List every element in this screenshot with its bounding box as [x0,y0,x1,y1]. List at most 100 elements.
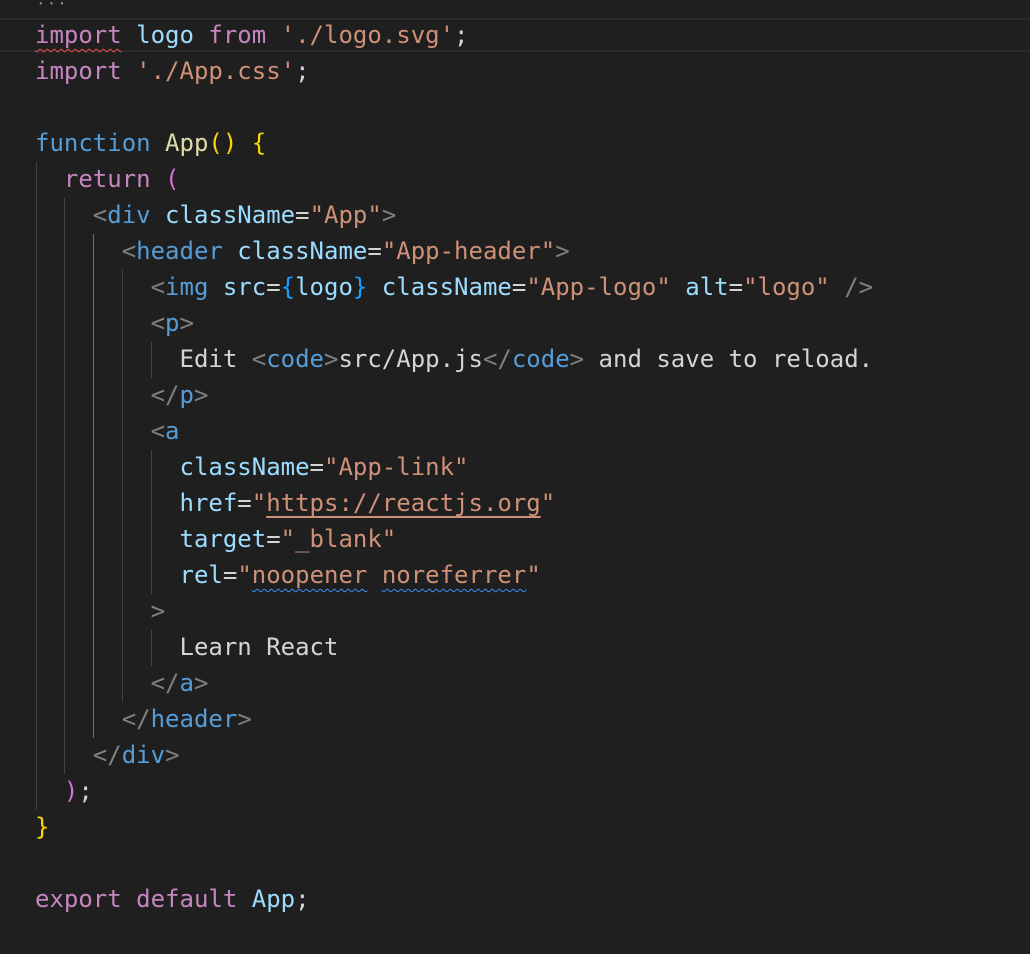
spell-check-word[interactable]: noreferrer [382,561,527,589]
token-tag-bracket: > [381,201,397,229]
token-tag-bracket: < [251,345,267,373]
token-keyword: import [35,21,122,49]
token-bracket: } [35,813,50,841]
url-link[interactable]: https://reactjs.org [266,489,541,517]
token-attribute: className [367,273,512,301]
token-punct: = [511,273,527,301]
token-attribute: src [208,273,267,301]
token-attribute: className [222,237,368,265]
token-tag-bracket: > [179,309,194,337]
token-keyword: return [63,165,151,193]
token-tag-bracket: </ [482,345,512,373]
code-line-4[interactable]: function App() { [35,125,266,161]
code-line-15[interactable]: target="_blank" [35,521,397,557]
code-line-11[interactable]: </p> [35,377,209,413]
token-tag: div [121,741,166,769]
token-punct: ; [295,57,310,85]
token-identifier: App [237,885,296,913]
token-string: "App" [309,201,382,229]
token-punct: = [309,453,324,481]
token-tag-bracket: </ [150,669,180,697]
token-attribute: target [179,525,267,553]
code-editor[interactable]: ··· import logo from './logo.svg'; impor… [0,0,1030,954]
token-tag-bracket: > [569,345,585,373]
code-line-9[interactable]: <p> [35,305,194,341]
token-tag-bracket: < [150,273,166,301]
token-tag-bracket: > [193,669,209,697]
code-line-17[interactable]: > [35,593,165,629]
token-attribute: alt [670,273,729,301]
token-attribute: className [150,201,296,229]
token-bracket: } [352,273,368,301]
code-line-12[interactable]: <a [35,413,180,449]
token-keyword: import [35,57,122,85]
code-line-22[interactable]: ); [35,773,93,809]
token-string: "App-header" [381,237,556,265]
token-tag: code [266,345,324,373]
code-line-6[interactable]: <div className="App"> [35,197,396,233]
token-text: and save to reload. [584,345,874,373]
token-punct: = [367,237,382,265]
token-tag-bracket: < [150,309,166,337]
token-punct: = [237,489,252,517]
token-string [367,561,381,589]
token-tag-bracket: </ [150,381,180,409]
code-line-14[interactable]: href="https://reactjs.org" [35,485,556,521]
token-function-name: App [150,129,209,157]
token-string: " [540,489,556,517]
token-string: " [251,489,267,517]
code-line-13[interactable]: className="App-link" [35,449,469,485]
folded-region-marker[interactable]: ··· [36,0,68,13]
code-line-18[interactable]: Learn React [35,629,339,665]
token-tag: p [179,381,194,409]
token-bracket: { [280,273,296,301]
token-tag-bracket: < [150,417,166,445]
token-tag: a [165,417,180,445]
code-line-8[interactable]: <img src={logo} className="App-logo" alt… [35,269,874,305]
token-tag-bracket: </ [92,741,122,769]
token-attribute: className [179,453,310,481]
token-bracket: { [237,129,267,157]
token-storage: function [35,129,151,157]
token-tag-bracket: < [121,237,137,265]
code-line-25[interactable]: export default App; [35,881,310,917]
token-keyword: default [121,885,238,913]
code-line-5[interactable]: return ( [35,161,180,197]
token-punct: = [266,525,281,553]
token-tag: p [165,309,180,337]
token-tag: header [136,237,223,265]
code-line-23[interactable]: } [35,809,49,845]
code-line-16[interactable]: rel="noopener noreferrer" [35,557,541,593]
code-line-21[interactable]: </div> [35,737,180,773]
token-tag-bracket: > [150,597,166,625]
token-tag-bracket: > [165,741,180,769]
token-tag-bracket: > [237,705,252,733]
token-tag-bracket: < [92,201,108,229]
token-tag: img [165,273,209,301]
token-string: './App.css' [121,57,296,85]
token-punct: = [728,273,744,301]
spell-check-word[interactable]: noopener [252,561,368,589]
token-tag: code [511,345,570,373]
token-attribute: href [179,489,238,517]
code-line-10[interactable]: Edit <code>src/App.js</code> and save to… [35,341,874,377]
token-text: Learn React [179,633,339,661]
code-line-7[interactable]: <header className="App-header"> [35,233,570,269]
token-string: " [237,561,252,589]
code-line-1[interactable]: import logo from './logo.svg'; [35,17,469,53]
code-line-20[interactable]: </header> [35,701,252,737]
token-text: src/App.js [338,345,483,373]
token-bracket: ( [150,165,180,193]
code-line-19[interactable]: </a> [35,665,209,701]
token-tag: a [179,669,194,697]
token-bracket: () [208,129,238,157]
token-punct: = [295,201,310,229]
code-line-2[interactable]: import './App.css'; [35,53,310,89]
token-string: './logo.svg' [266,21,455,49]
token-string: "App-link" [324,453,469,481]
token-tag-bracket: > [193,381,209,409]
token-tag-bracket: > [555,237,570,265]
token-identifier: logo [295,273,353,301]
token-punct: ; [78,777,93,805]
token-tag-bracket: /> [829,273,874,301]
